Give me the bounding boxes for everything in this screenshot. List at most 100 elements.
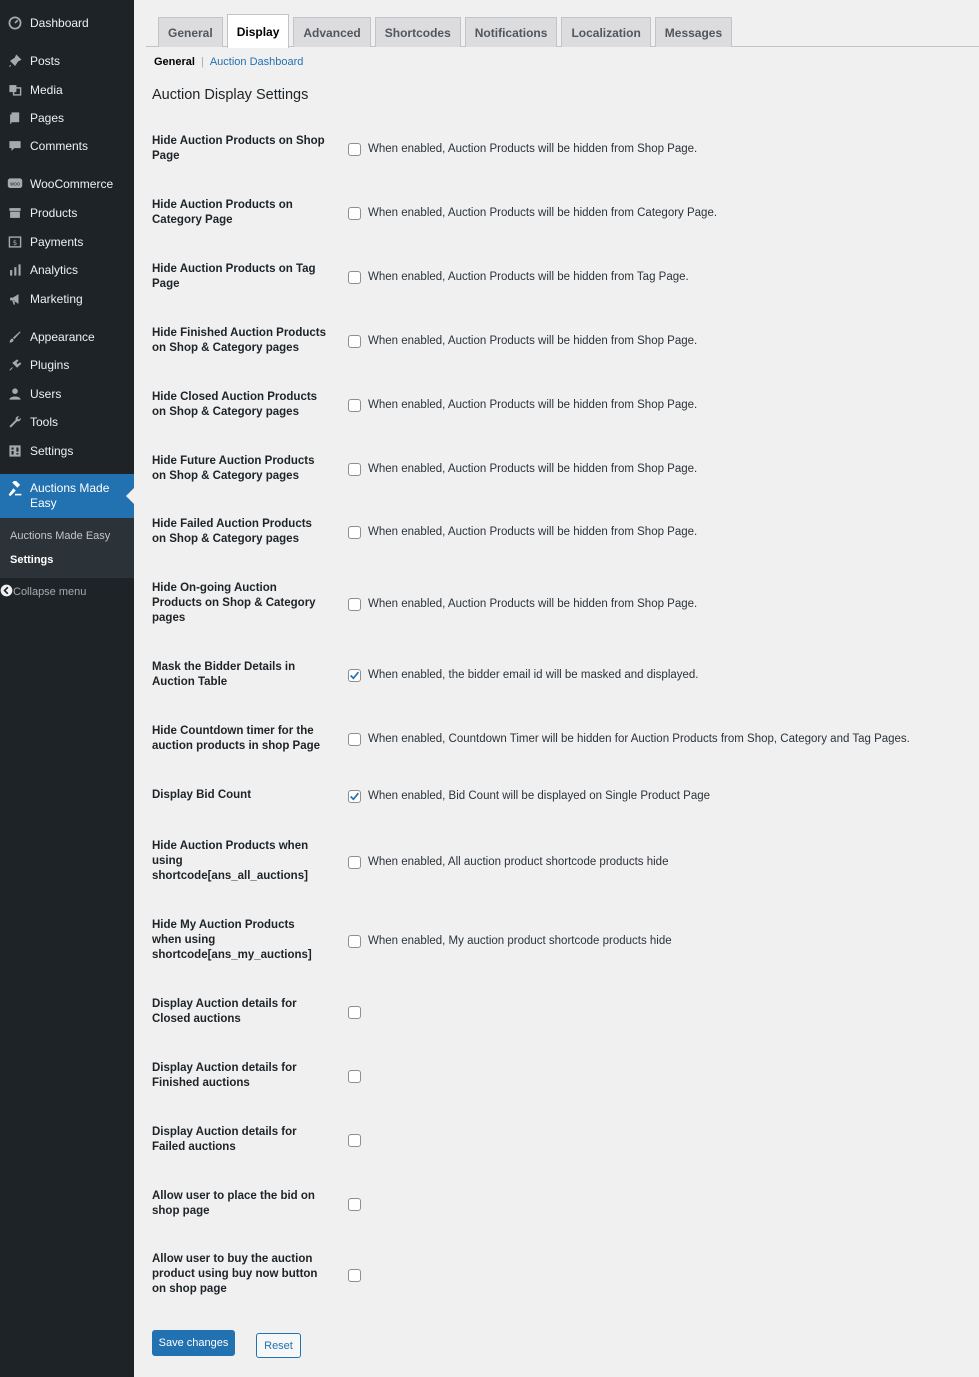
setting-label: Hide Countdown timer for the auction pro… [152,725,321,752]
pages-icon [0,111,30,125]
tab-notifications[interactable]: Notifications [464,17,558,47]
bar-chart-icon [0,263,30,277]
setting-label: Hide Finished Auction Products on Shop &… [152,327,326,354]
setting-checkbox[interactable] [348,1006,361,1019]
sidebar-item-analytics[interactable]: Analytics [0,256,134,284]
sidebar-item-label: Marketing [30,292,83,306]
sidebar-item-label: Settings [30,444,74,458]
setting-description: When enabled, Auction Products will be h… [368,399,698,411]
sidebar-item-comments[interactable]: Comments [0,132,134,160]
submenu-item-settings[interactable]: Settings [10,554,53,566]
sidebar-item-auctions-made-easy[interactable]: Auctions Made Easy [0,474,134,518]
sidebar-item-payments[interactable]: $ Payments [0,228,134,256]
subnav: General | Auction Dashboard [154,56,303,68]
comment-icon [0,139,30,153]
page-title: Auction Display Settings [152,87,309,103]
setting-description: When enabled, Countdown Timer will be hi… [368,733,910,745]
setting-description: When enabled, Auction Products will be h… [368,526,698,538]
setting-label: Hide My Auction Products when using shor… [152,919,312,961]
sidebar-item-plugins[interactable]: Plugins [0,351,134,379]
setting-description: When enabled, Auction Products will be h… [368,463,698,475]
collapse-menu-button[interactable]: Collapse menu [0,582,134,602]
setting-checkbox[interactable] [348,669,361,682]
setting-description: When enabled, Bid Count will be displaye… [368,789,711,802]
active-indicator-arrow [126,488,134,504]
tab-shortcodes[interactable]: Shortcodes [374,17,461,47]
setting-description: When enabled, Auction Products will be h… [368,207,718,219]
tab-messages[interactable]: Messages [654,17,733,47]
setting-label: Display Auction details for Finished auc… [152,1062,297,1089]
setting-description: When enabled, the bidder email id will b… [368,669,699,681]
setting-checkbox[interactable] [348,271,361,284]
pin-icon [0,54,30,68]
sidebar-item-label: Tools [30,415,59,429]
setting-checkbox[interactable] [348,789,361,803]
setting-label: Hide Auction Products on Category Page [152,199,293,226]
collapse-menu-label: Collapse menu [13,586,87,598]
subnav-auction-dashboard-link[interactable]: Auction Dashboard [210,56,304,68]
setting-checkbox[interactable] [348,597,361,611]
sidebar-item-label: Media [30,83,63,97]
sidebar-item-woocommerce[interactable]: woo WooCommerce [0,170,134,198]
setting-checkbox[interactable] [348,207,361,220]
sidebar-item-marketing[interactable]: Marketing [0,285,134,313]
setting-checkbox[interactable] [348,1268,361,1282]
setting-description: When enabled, My auction product shortco… [368,934,672,947]
woo-icon: woo [0,177,30,191]
paintbrush-icon [0,330,30,344]
sidebar-item-posts[interactable]: Posts [0,47,134,75]
sidebar-item-settings[interactable]: Settings [0,437,134,465]
tab-advanced[interactable]: Advanced [293,17,371,47]
setting-checkbox[interactable] [348,335,361,348]
admin-sidebar: Dashboard Posts Media Pages Comments woo WooCo… [0,0,134,1377]
sidebar-item-label: WooCommerce [30,177,114,191]
setting-checkbox[interactable] [348,526,361,539]
setting-checkbox[interactable] [348,855,361,869]
sidebar-item-label: Auctions Made Easy [30,481,110,510]
svg-text:woo: woo [10,183,20,188]
media-icon [0,83,30,97]
sidebar-item-label: Users [30,387,62,401]
sidebar-item-tools[interactable]: Tools [0,408,134,436]
collapse-icon [0,584,13,600]
setting-checkbox[interactable] [348,1134,361,1147]
setting-checkbox[interactable] [348,733,361,746]
save-changes-button[interactable]: Save changes [152,1330,235,1356]
setting-checkbox[interactable] [348,143,361,156]
submenu-item-auctions-made-easy[interactable]: Auctions Made Easy [10,530,110,542]
sidebar-item-media[interactable]: Media [0,76,134,104]
sidebar-item-label: Posts [30,54,61,68]
setting-checkbox[interactable] [348,1198,361,1211]
sidebar-item-pages[interactable]: Pages [0,104,134,132]
sidebar-item-products[interactable]: Products [0,199,134,227]
plug-icon [0,358,30,372]
svg-text:$: $ [13,239,17,247]
tab-general[interactable]: General [158,17,223,47]
setting-checkbox[interactable] [348,399,361,412]
setting-label: Hide Failed Auction Products on Shop & C… [152,518,312,545]
sidebar-item-users[interactable]: Users [0,380,134,408]
setting-checkbox[interactable] [348,463,361,476]
setting-label: Mask the Bidder Details in Auction Table [152,661,296,688]
reset-button[interactable]: Reset [256,1333,301,1358]
tab-localization[interactable]: Localization [561,17,651,47]
sidebar-item-label: Products [30,206,78,220]
setting-label: Hide Auction Products on Shop Page [152,135,325,162]
setting-description: When enabled, All auction product shortc… [368,855,669,868]
sidebar-item-label: Analytics [30,263,79,277]
setting-label: Hide Future Auction Products on Shop & C… [152,455,315,482]
sidebar-item-label: Plugins [30,358,70,372]
subnav-separator: | [200,56,204,68]
setting-label: Hide On-going Auction Products on Shop &… [152,582,316,624]
sidebar-item-dashboard[interactable]: Dashboard [0,9,134,37]
sidebar-submenu: Auctions Made Easy Settings [0,518,134,578]
setting-label: Allow user to buy the auction product us… [152,1253,318,1295]
subnav-general[interactable]: General [154,56,195,68]
sidebar-item-appearance[interactable]: Appearance [0,323,134,351]
tab-display[interactable]: Display [226,14,290,48]
setting-description: When enabled, Auction Products will be h… [368,143,698,155]
setting-checkbox[interactable] [348,1070,361,1083]
sidebar-item-label: Pages [30,111,65,125]
money-icon: $ [0,235,30,249]
setting-checkbox[interactable] [348,934,361,948]
